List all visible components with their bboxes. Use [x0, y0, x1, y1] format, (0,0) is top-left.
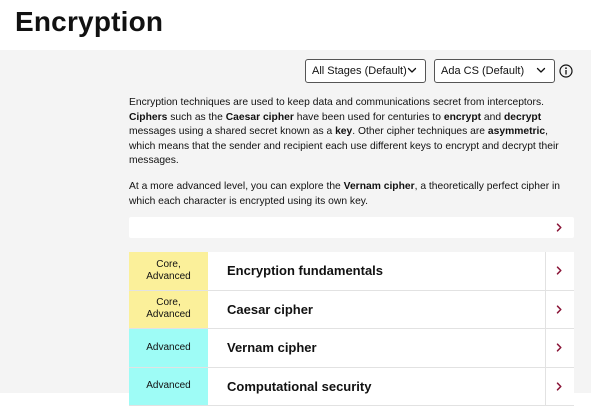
chevron-down-icon — [406, 64, 418, 76]
intro-paragraph: At a more advanced level, you can explor… — [129, 180, 577, 209]
topic-title: Caesar cipher — [227, 302, 313, 317]
row-divider — [545, 291, 546, 329]
intro-keyword: Ciphers — [129, 112, 167, 123]
topic-title: Vernam cipher — [227, 340, 317, 355]
topic-stage-tag: Advanced — [129, 329, 208, 367]
chevron-right-icon — [555, 382, 563, 391]
chevron-right-icon — [555, 343, 563, 352]
row-divider — [545, 329, 546, 367]
intro-text-run: have been used for centuries to — [294, 112, 444, 123]
topic-stage-tag: Core, Advanced — [129, 252, 208, 290]
info-icon[interactable] — [559, 64, 573, 78]
topic-stage-tag: Core, Advanced — [129, 291, 208, 329]
topic-filter-bar[interactable] — [129, 217, 574, 238]
chevron-down-icon — [535, 64, 547, 76]
row-divider — [545, 368, 546, 406]
intro-keyword: decrypt — [504, 112, 541, 123]
stages-select[interactable]: All Stages (Default) — [305, 59, 426, 83]
intro-text-run: At a more advanced level, you can explor… — [129, 181, 344, 192]
intro-keyword: asymmetric — [488, 126, 545, 137]
chevron-right-icon — [555, 305, 563, 314]
topic-title: Computational security — [227, 379, 371, 394]
intro-keyword: Caesar cipher — [226, 112, 294, 123]
stages-select-value: All Stages (Default) — [312, 65, 407, 77]
topic-list: Core, AdvancedEncryption fundamentalsCor… — [129, 252, 574, 406]
intro-text-run: Encryption techniques are used to keep d… — [129, 97, 544, 108]
row-divider — [545, 252, 546, 290]
intro-text-run: and — [481, 112, 504, 123]
intro-keyword: Vernam cipher — [344, 181, 415, 192]
chevron-right-icon — [555, 223, 563, 232]
intro-paragraph: Encryption techniques are used to keep d… — [129, 96, 577, 169]
intro-text: Encryption techniques are used to keep d… — [129, 96, 577, 220]
chevron-right-icon — [555, 266, 563, 275]
topic-title: Encryption fundamentals — [227, 263, 383, 278]
exam-board-select[interactable]: Ada CS (Default) — [434, 59, 555, 83]
intro-text-run: . Other cipher techniques are — [352, 126, 488, 137]
page-title: Encryption — [15, 6, 163, 38]
page-header: Encryption — [0, 0, 591, 50]
intro-keyword: key — [335, 126, 352, 137]
topic-row[interactable]: Core, Advanced Encryption fundamentals — [129, 252, 574, 291]
intro-keyword: encrypt — [444, 112, 481, 123]
topic-stage-tag: Advanced — [129, 368, 208, 406]
topic-row[interactable]: Core, Advanced Caesar cipher — [129, 291, 574, 330]
topic-row[interactable]: Advanced Vernam cipher — [129, 329, 574, 368]
intro-text-run: such as the — [167, 112, 225, 123]
intro-text-run: messages using a shared secret known as … — [129, 126, 335, 137]
topic-row[interactable]: Advanced Computational security — [129, 368, 574, 406]
exam-board-select-value: Ada CS (Default) — [441, 65, 524, 77]
